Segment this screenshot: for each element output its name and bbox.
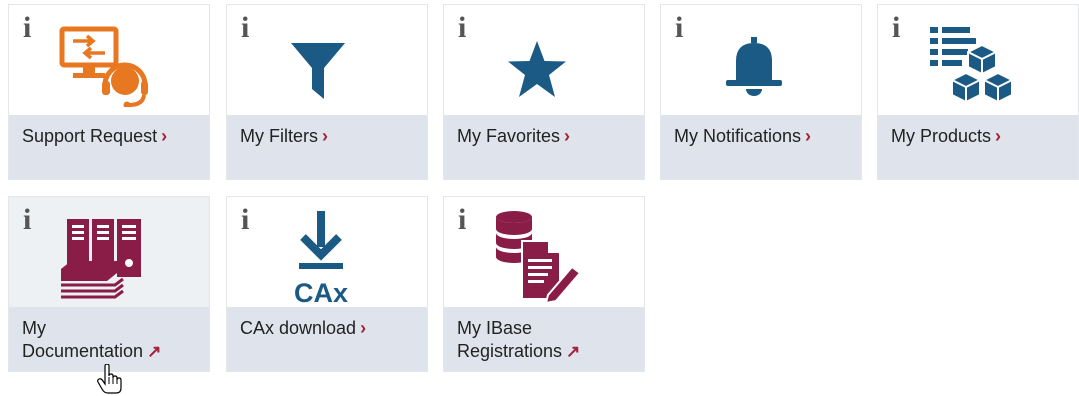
support-request-icon: [59, 26, 148, 107]
tile-label-line2: Registrations: [457, 341, 563, 361]
info-icon[interactable]: i: [241, 205, 249, 235]
chevron-right-icon: ›: [564, 126, 571, 146]
tile-my-documentation[interactable]: i My Documentation ↗: [8, 196, 210, 372]
tile-my-notifications[interactable]: i My Notifications ›: [660, 4, 862, 180]
cax-icon-text: CAx: [294, 278, 348, 307]
chevron-right-icon: ›: [805, 126, 812, 146]
tile-label: My Notifications: [674, 126, 802, 146]
tile-my-products[interactable]: i My Products ›: [877, 4, 1079, 180]
filter-icon: [291, 43, 345, 99]
info-icon[interactable]: i: [23, 13, 31, 43]
info-icon[interactable]: i: [675, 13, 683, 43]
info-icon[interactable]: i: [23, 205, 31, 235]
tile-cax-download[interactable]: i CAx CAx download ›: [226, 196, 428, 372]
chevron-right-icon: ›: [360, 318, 367, 338]
tile-label: Support Request: [22, 126, 158, 146]
info-icon[interactable]: i: [241, 13, 249, 43]
hand-pointer-cursor-icon: [97, 364, 122, 394]
info-icon[interactable]: i: [458, 13, 466, 43]
tile-my-favorites[interactable]: i My Favorites ›: [443, 4, 645, 180]
documentation-icon: [61, 219, 141, 299]
bell-icon: [726, 37, 782, 96]
tile-label: CAx download: [240, 318, 357, 338]
info-icon[interactable]: i: [892, 13, 900, 43]
ibase-registrations-icon: [496, 211, 582, 305]
tile-label: My Favorites: [457, 126, 561, 146]
tile-label-line1: My: [22, 318, 46, 338]
tile-support-request[interactable]: i Support Request ›: [8, 4, 210, 180]
tile-my-ibase-registrations[interactable]: i My IBase Registrations ↗: [443, 196, 645, 372]
tile-label-line1: My IBase: [457, 318, 533, 338]
tile-label: My Products: [891, 126, 992, 146]
star-icon: [508, 41, 566, 97]
external-link-icon: ↗: [566, 342, 581, 361]
external-link-icon: ↗: [147, 342, 162, 361]
tile-label-line2: Documentation: [22, 341, 144, 361]
info-icon[interactable]: i: [458, 205, 466, 235]
chevron-right-icon: ›: [161, 126, 168, 146]
cax-download-icon: CAx: [294, 211, 348, 307]
tile-my-filters[interactable]: i My Filters ›: [226, 4, 428, 180]
chevron-right-icon: ›: [995, 126, 1002, 146]
tile-label: My Filters: [240, 126, 318, 146]
chevron-right-icon: ›: [322, 126, 328, 146]
products-icon: [930, 27, 1013, 104]
